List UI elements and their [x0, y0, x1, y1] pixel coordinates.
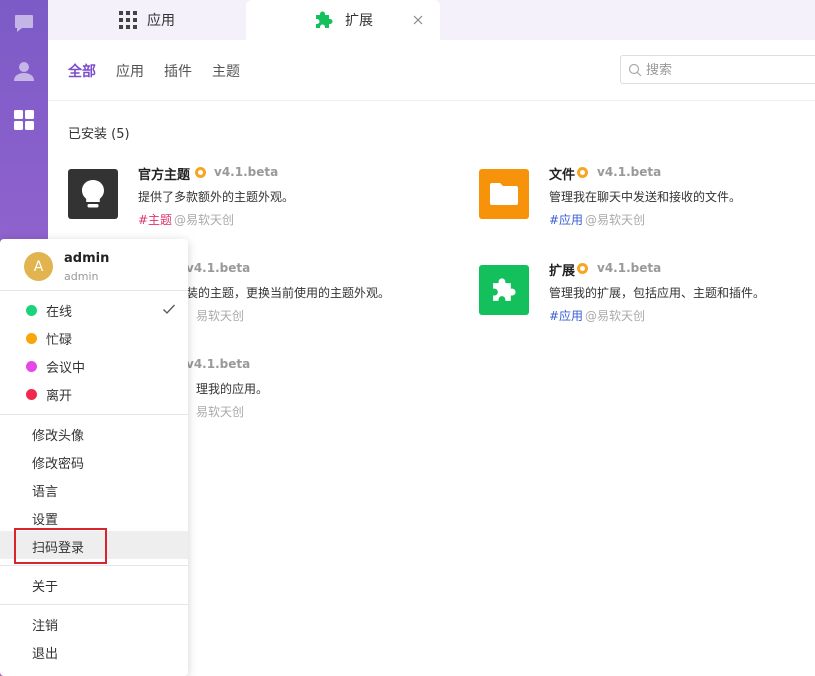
status-label: 忙碌 — [46, 333, 73, 348]
card-author: @易软天创 — [585, 213, 646, 227]
folder-icon — [490, 183, 518, 205]
extension-card-extensions[interactable]: 扩展 v4.1.beta 管理我的扩展，包括应用、主题和插件。 #应用 @易软天… — [479, 257, 809, 327]
card-description: 装的主题，更换当前使用的主题外观。 — [186, 286, 391, 300]
tab-apps-label: 应用 — [147, 13, 175, 29]
card-version: v4.1.beta — [597, 261, 662, 275]
tab-bar: 应用 扩展 — [48, 0, 815, 40]
chat-nav-button[interactable] — [12, 11, 36, 35]
status-label: 离开 — [46, 389, 73, 404]
puzzle-icon — [493, 278, 516, 301]
extensions-app-icon[interactable] — [479, 265, 529, 315]
card-description: 管理我的扩展，包括应用、主题和插件。 — [549, 286, 766, 300]
status-dot-away — [26, 389, 37, 400]
menu-settings[interactable]: 设置 — [0, 503, 188, 531]
contacts-nav-button[interactable] — [12, 59, 36, 83]
user-name: admin — [64, 251, 110, 266]
card-name: 官方主题 — [138, 168, 191, 183]
filter-plugins[interactable]: 插件 — [164, 61, 192, 81]
card-version: v4.1.beta — [186, 357, 251, 371]
card-version: v4.1.beta — [186, 261, 251, 275]
menu-exit[interactable]: 退出 — [0, 637, 188, 665]
card-version: v4.1.beta — [214, 165, 279, 179]
user-menu-popup: A admin admin 在线 忙碌 会议中 离开 修改头像 修改密码 语言 … — [0, 239, 188, 676]
highlight-box — [14, 528, 107, 564]
card-author: @易软天创 — [585, 309, 646, 323]
status-busy[interactable]: 忙碌 — [0, 324, 188, 352]
card-version: v4.1.beta — [597, 165, 662, 179]
official-badge-icon — [195, 167, 206, 178]
menu-change-avatar[interactable]: 修改头像 — [0, 419, 188, 447]
status-dot-online — [26, 305, 37, 316]
official-badge-icon — [577, 263, 588, 274]
apps-grid-icon — [119, 11, 137, 29]
menu-label: 注销 — [32, 619, 59, 634]
filter-all[interactable]: 全部 — [68, 61, 96, 81]
lightbulb-icon — [82, 180, 104, 208]
status-online[interactable]: 在线 — [0, 296, 188, 324]
status-in-meeting[interactable]: 会议中 — [0, 352, 188, 380]
extension-card-files[interactable]: 文件 v4.1.beta 管理我在聊天中发送和接收的文件。 #应用 @易软天创 — [479, 161, 809, 231]
menu-label: 关于 — [32, 580, 59, 595]
card-tag[interactable]: #主题 — [138, 211, 172, 228]
status-dot-meeting — [26, 361, 37, 372]
status-dot-busy — [26, 333, 37, 344]
divider — [0, 414, 188, 415]
close-icon — [413, 15, 423, 25]
card-description: 管理我在聊天中发送和接收的文件。 — [549, 190, 742, 204]
card-description: 理我的应用。 — [196, 382, 269, 396]
puzzle-icon — [316, 11, 333, 28]
card-author: 易软天创 — [196, 405, 245, 419]
card-name: 扩展 — [549, 264, 576, 279]
checkmark-icon — [163, 304, 175, 314]
card-author: 易软天创 — [196, 309, 245, 323]
menu-label: 退出 — [32, 647, 59, 662]
search-box — [620, 55, 815, 84]
menu-label: 修改头像 — [32, 429, 85, 444]
status-away[interactable]: 离开 — [0, 380, 188, 408]
card-description: 提供了多款额外的主题外观。 — [138, 190, 295, 204]
tab-extensions[interactable]: 扩展 — [246, 0, 440, 40]
user-account: admin — [64, 270, 99, 283]
card-name: 文件 — [549, 168, 576, 183]
status-label: 在线 — [46, 305, 73, 320]
divider — [0, 604, 188, 605]
installed-section-title: 已安装 (5) — [68, 127, 130, 142]
tab-apps[interactable]: 应用 — [48, 0, 246, 40]
user-icon — [14, 62, 34, 81]
grid-icon — [14, 110, 34, 130]
avatar: A — [24, 252, 53, 281]
search-input[interactable] — [646, 60, 806, 80]
menu-label: 设置 — [32, 513, 59, 528]
chat-bubble-icon — [15, 15, 33, 32]
user-info: A admin admin — [0, 239, 188, 290]
status-label: 会议中 — [46, 361, 86, 376]
divider — [0, 565, 188, 566]
theme-app-icon[interactable] — [68, 169, 118, 219]
menu-label: 修改密码 — [32, 457, 85, 472]
card-tag[interactable]: #应用 — [549, 307, 583, 324]
filter-apps[interactable]: 应用 — [116, 61, 144, 81]
search-icon — [628, 63, 642, 77]
menu-logout[interactable]: 注销 — [0, 609, 188, 637]
extension-card-theme[interactable]: 官方主题 v4.1.beta 提供了多款额外的主题外观。 #主题 @易软天创 — [68, 161, 398, 231]
close-tab-button[interactable] — [410, 12, 426, 28]
menu-about[interactable]: 关于 — [0, 570, 188, 598]
filter-bar: 全部 应用 插件 主题 — [48, 40, 815, 101]
files-app-icon[interactable] — [479, 169, 529, 219]
tab-extensions-label: 扩展 — [345, 13, 373, 29]
official-badge-icon — [577, 167, 588, 178]
card-tag[interactable]: #应用 — [549, 211, 583, 228]
apps-nav-button[interactable] — [12, 108, 36, 132]
menu-language[interactable]: 语言 — [0, 475, 188, 503]
menu-label: 语言 — [32, 485, 59, 500]
filter-themes[interactable]: 主题 — [212, 61, 240, 81]
card-author: @易软天创 — [174, 213, 235, 227]
divider — [0, 290, 188, 291]
menu-change-password[interactable]: 修改密码 — [0, 447, 188, 475]
